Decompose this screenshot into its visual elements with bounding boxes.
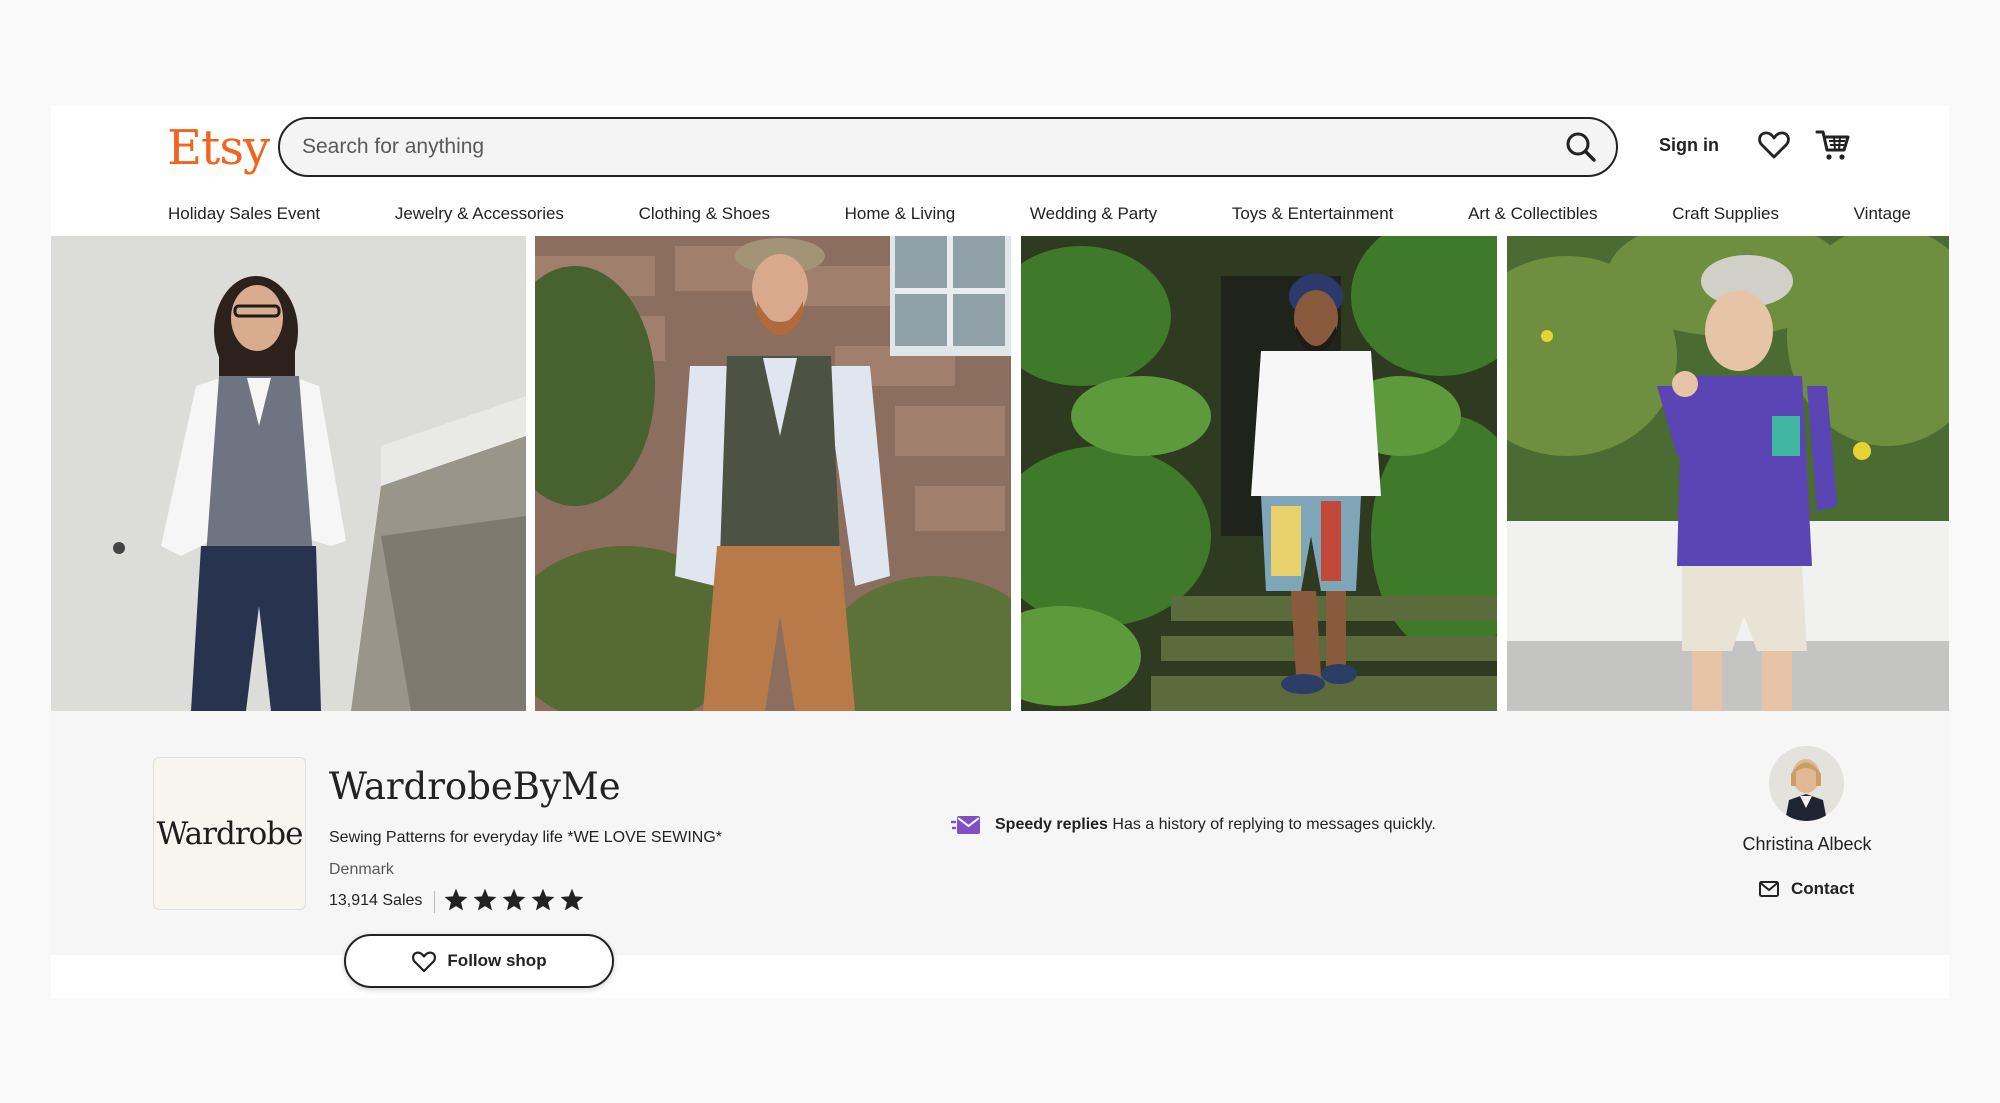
speedy-replies-badge: Speedy replies Has a history of replying… [951,814,1436,836]
rating-stars[interactable] [443,887,585,913]
shop-logo-text: Wardrobe [156,815,304,852]
speedy-replies-text: Has a history of replying to messages qu… [1112,816,1436,833]
shop-logo[interactable]: Wardrobe [153,757,306,910]
divider [434,891,435,913]
envelope-speed-icon [951,816,980,834]
star-icon [560,888,584,911]
shop-name: WardrobeByMe [329,765,621,808]
heart-icon[interactable] [1757,128,1791,162]
nav-item-vintage[interactable]: Vintage [1854,199,1911,229]
nav-item-wedding[interactable]: Wedding & Party [1030,199,1157,229]
heart-outline-icon [412,951,437,973]
shop-banner [51,236,1949,711]
owner-name: Christina Albeck [1742,834,1872,854]
envelope-icon [1759,881,1779,897]
star-icon [502,888,526,911]
nav-item-home-living[interactable]: Home & Living [845,199,956,229]
speedy-replies-title: Speedy replies [995,816,1108,833]
shop-location: Denmark [329,861,394,878]
banner-photo-man-turban [1021,236,1497,711]
banner-photo-woman-vest [51,236,526,711]
nav-item-clothing[interactable]: Clothing & Shoes [639,199,770,229]
star-icon [444,888,468,911]
contact-label: Contact [1791,879,1855,898]
etsy-logo[interactable]: Etsy [167,120,270,176]
shop-tagline: Sewing Patterns for everyday life *WE LO… [329,829,723,846]
nav-item-art[interactable]: Art & Collectibles [1468,199,1597,229]
shop-sales-count: 13,914 Sales [329,892,423,909]
star-icon [473,888,497,911]
etsy-shop-page: Etsy Sign in Holiday Sales Event Jewelry… [51,105,1949,998]
shop-info: Wardrobe WardrobeByMe Sewing Patterns fo… [51,711,1949,988]
nav-item-toys[interactable]: Toys & Entertainment [1232,199,1394,229]
search-input[interactable] [302,119,1522,175]
star-icon [531,888,555,911]
category-nav: Holiday Sales Event Jewelry & Accessorie… [168,199,1911,229]
contact-button[interactable]: Contact [1759,879,1854,899]
cart-icon[interactable] [1815,127,1851,163]
search-bar [278,117,1618,177]
nav-item-holiday-sales[interactable]: Holiday Sales Event [168,199,320,229]
banner-photo-child-purple [1507,236,1949,711]
banner-photo-man-vest [535,236,1011,711]
follow-shop-button[interactable]: Follow shop [344,934,614,988]
owner-avatar[interactable] [1769,746,1844,821]
nav-item-craft[interactable]: Craft Supplies [1672,199,1779,229]
sign-in-link[interactable]: Sign in [1659,135,1719,156]
search-icon[interactable] [1564,130,1598,164]
follow-shop-label: Follow shop [447,951,547,970]
nav-item-jewelry[interactable]: Jewelry & Accessories [395,199,564,229]
